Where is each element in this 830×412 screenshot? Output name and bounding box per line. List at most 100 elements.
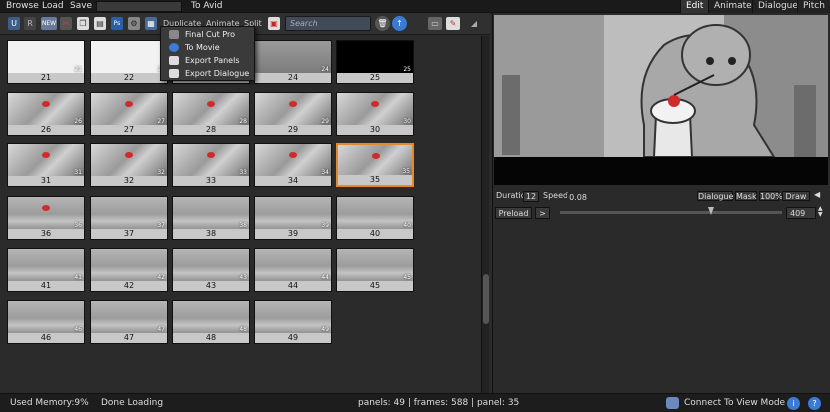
export-menu-icon[interactable]: ▦ bbox=[145, 17, 157, 30]
panel-number-label: 25 bbox=[337, 73, 413, 83]
panel-number-label: 26 bbox=[8, 125, 84, 135]
undo-button[interactable]: U bbox=[8, 17, 20, 30]
panel-thumbnail[interactable]: 45 45 bbox=[336, 248, 414, 292]
to-avid-button[interactable]: To Avid bbox=[188, 0, 226, 13]
speaker-icon[interactable]: ◀ bbox=[814, 190, 820, 199]
upload-icon[interactable]: ↑ bbox=[392, 16, 407, 31]
panel-thumbnail[interactable]: 39 39 bbox=[254, 196, 332, 240]
panel-thumbnail[interactable]: 21 21 bbox=[7, 40, 85, 84]
info-icon[interactable]: i bbox=[787, 397, 800, 410]
panel-thumbnail[interactable]: 37 37 bbox=[90, 196, 168, 240]
grid-scrollbar[interactable] bbox=[481, 36, 489, 393]
cut-icon[interactable]: ✂ bbox=[60, 17, 72, 30]
panel-thumbnail[interactable]: 35 35 bbox=[336, 143, 414, 187]
search-input[interactable]: Search bbox=[285, 16, 371, 31]
panel-thumbnail[interactable]: 44 44 bbox=[254, 248, 332, 292]
panel-thumbnail-image bbox=[91, 301, 167, 335]
play-button[interactable]: > bbox=[535, 207, 550, 219]
collapse-icon[interactable]: ◢ bbox=[467, 17, 481, 30]
scrollbar-thumb[interactable] bbox=[483, 274, 489, 324]
panel-thumbnail[interactable]: 29 29 bbox=[254, 92, 332, 136]
edit-icon[interactable]: ✎ bbox=[446, 17, 460, 30]
trash-icon[interactable]: 🗑 bbox=[375, 16, 390, 31]
panel-thumbnail-image bbox=[8, 249, 84, 283]
panel-number-label: 41 bbox=[8, 281, 84, 291]
dialogue-toggle[interactable]: Dialogue bbox=[697, 191, 733, 201]
panel-thumbnail[interactable]: 38 38 bbox=[172, 196, 250, 240]
panel-thumbnail-image bbox=[173, 249, 249, 283]
help-icon[interactable]: ? bbox=[808, 397, 821, 410]
preload-button[interactable]: Preload bbox=[495, 207, 532, 219]
panel-thumbnail-image bbox=[8, 144, 84, 178]
gear-icon[interactable]: ⚙ bbox=[128, 17, 140, 30]
panel-thumbnail[interactable]: 34 34 bbox=[254, 143, 332, 187]
speed-field[interactable]: 0.08 bbox=[567, 193, 589, 204]
panel-thumbnail[interactable]: 36 36 bbox=[7, 196, 85, 240]
panel-thumbnail[interactable]: 49 49 bbox=[254, 300, 332, 344]
users-icon[interactable] bbox=[666, 397, 679, 409]
panel-thumbnail[interactable]: 24 24 bbox=[254, 40, 332, 84]
frame-field[interactable]: 409 bbox=[786, 207, 816, 219]
draw-toggle[interactable]: Draw bbox=[782, 191, 810, 201]
panel-index-mark: 41 bbox=[74, 274, 82, 281]
title-field[interactable] bbox=[96, 1, 182, 12]
red-accent-mark bbox=[289, 152, 297, 158]
panel-number-label: 22 bbox=[91, 73, 167, 83]
panel-thumbnail[interactable]: 2222 bbox=[90, 40, 168, 84]
duration-field[interactable]: 12 bbox=[523, 191, 539, 202]
tab-dialogue[interactable]: Dialogue bbox=[752, 0, 803, 13]
panel-thumbnail[interactable]: 42 42 bbox=[90, 248, 168, 292]
connect-button[interactable]: Connect bbox=[684, 394, 721, 412]
save-button[interactable]: Save bbox=[67, 0, 95, 13]
menu-item-label: Export Panels bbox=[185, 56, 240, 65]
red-accent-mark bbox=[289, 101, 297, 107]
panel-thumbnail[interactable]: 28 28 bbox=[172, 92, 250, 136]
panel-thumbnail[interactable]: 33 33 bbox=[172, 143, 250, 187]
menu-item-export-panels[interactable]: Export Panels bbox=[161, 54, 254, 67]
panel-viewer[interactable] bbox=[494, 15, 828, 185]
tab-edit[interactable]: Edit bbox=[680, 0, 709, 13]
photoshop-icon[interactable]: Ps bbox=[111, 17, 123, 30]
browse-button[interactable]: Browse bbox=[3, 0, 42, 13]
panel-thumbnail[interactable]: 46 46 bbox=[7, 300, 85, 344]
panel-thumbnail[interactable]: 43 43 bbox=[172, 248, 250, 292]
new-panel-button[interactable]: NEW bbox=[41, 17, 57, 30]
layout-icon[interactable]: ▭ bbox=[428, 17, 442, 30]
final-cut-icon bbox=[169, 30, 179, 39]
panel-thumbnail[interactable]: 26 26 bbox=[7, 92, 85, 136]
panel-thumbnail[interactable]: 32 32 bbox=[90, 143, 168, 187]
panel-index-mark: 30 bbox=[403, 118, 411, 125]
copy-icon[interactable]: ❐ bbox=[77, 17, 89, 30]
mask-toggle[interactable]: Mask bbox=[735, 191, 757, 201]
timeline-slider[interactable] bbox=[560, 211, 782, 214]
panel-thumbnail-image bbox=[338, 145, 412, 179]
menu-item-export-dialogue[interactable]: Export Dialogue bbox=[161, 67, 254, 80]
panel-thumbnail[interactable]: 27 27 bbox=[90, 92, 168, 136]
menu-item-final-cut-pro[interactable]: Final Cut Pro bbox=[161, 28, 254, 41]
panel-index-mark: 49 bbox=[321, 326, 329, 333]
panel-thumbnail[interactable]: 31 31 bbox=[7, 143, 85, 187]
calendar-icon[interactable]: ▣ bbox=[268, 17, 280, 30]
frame-stepper-icon[interactable]: ▲ ▼ bbox=[818, 206, 823, 218]
menu-item-to-movie[interactable]: To Movie bbox=[161, 41, 254, 54]
to-view-mode-button[interactable]: To View Mode bbox=[724, 394, 785, 412]
load-button[interactable]: Load bbox=[39, 0, 67, 13]
tab-pitch[interactable]: Pitch bbox=[797, 0, 830, 13]
panel-thumbnail[interactable]: 47 47 bbox=[90, 300, 168, 344]
panel-thumbnail-image bbox=[337, 93, 413, 127]
panel-thumbnail[interactable]: 41 41 bbox=[7, 248, 85, 292]
panel-thumbnail[interactable]: 48 48 bbox=[172, 300, 250, 344]
paste-icon[interactable]: ▤ bbox=[94, 17, 106, 30]
panel-thumbnail[interactable]: 25 25 bbox=[336, 40, 414, 84]
panel-number-label: 46 bbox=[8, 333, 84, 343]
panel-index-mark: 45 bbox=[403, 274, 411, 281]
menu-item-label: To Movie bbox=[185, 43, 220, 52]
panel-thumbnail[interactable]: 40 40 bbox=[336, 196, 414, 240]
zoom-toggle[interactable]: 100% bbox=[759, 191, 783, 201]
tab-animate[interactable]: Animate bbox=[708, 0, 757, 13]
red-accent-mark bbox=[207, 152, 215, 158]
panel-number-label: 48 bbox=[173, 333, 249, 343]
panel-number-label: 31 bbox=[8, 176, 84, 186]
panel-thumbnail[interactable]: 30 30 bbox=[336, 92, 414, 136]
redo-button[interactable]: R bbox=[24, 17, 36, 30]
